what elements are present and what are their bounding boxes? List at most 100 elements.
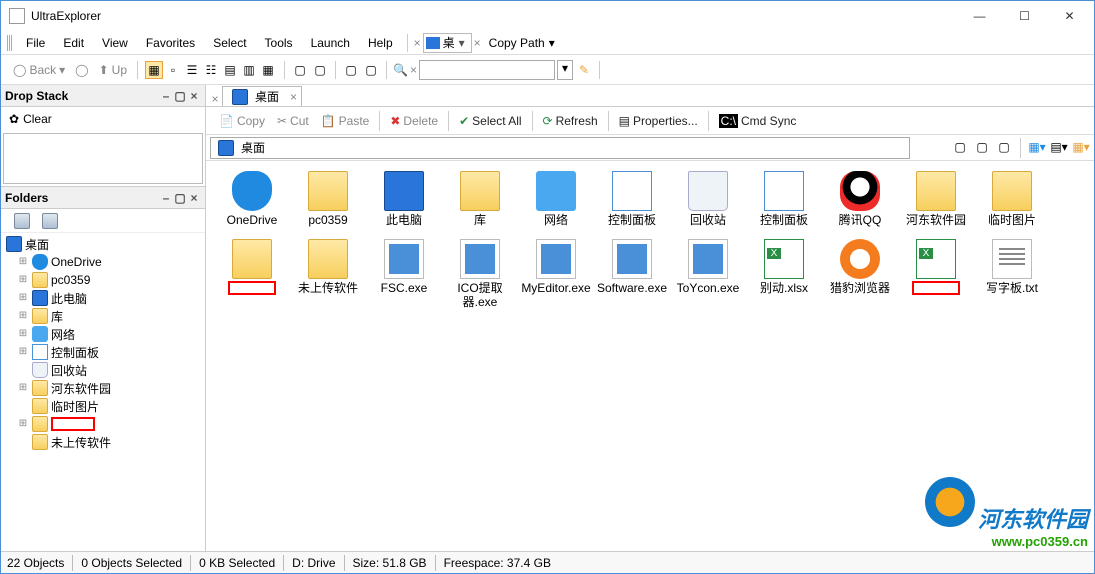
- expand-icon[interactable]: ⊞: [17, 382, 29, 394]
- up-button[interactable]: ⬆ Up: [95, 60, 131, 80]
- file-item[interactable]: 控制面板: [746, 169, 822, 229]
- properties-button[interactable]: ▤Properties...: [614, 111, 703, 131]
- menu-file[interactable]: File: [18, 33, 53, 53]
- cut-button[interactable]: ✂Cut: [272, 111, 314, 131]
- tree-item[interactable]: ⊞库: [1, 307, 205, 325]
- loc-btn-5[interactable]: ▤▾: [1050, 138, 1068, 156]
- menu-view[interactable]: View: [94, 33, 136, 53]
- select-all-button[interactable]: ✔Select All: [454, 111, 526, 131]
- close-icon[interactable]: ×: [187, 191, 201, 205]
- minimize-icon[interactable]: –: [159, 191, 173, 205]
- close-search-x[interactable]: ×: [410, 63, 417, 77]
- expand-icon[interactable]: ⊞: [17, 274, 29, 286]
- file-item[interactable]: 河东软件园: [898, 169, 974, 229]
- file-item[interactable]: 未上传软件: [290, 237, 366, 311]
- file-item[interactable]: Software.exe: [594, 237, 670, 311]
- menu-tools[interactable]: Tools: [257, 33, 301, 53]
- view-details[interactable]: ☷: [202, 61, 220, 79]
- drop-stack-area[interactable]: [3, 133, 203, 184]
- file-item[interactable]: 回收站: [670, 169, 746, 229]
- restore-icon[interactable]: ▢: [173, 191, 187, 205]
- pane-btn-4[interactable]: ▢: [362, 61, 380, 79]
- restore-icon[interactable]: ▢: [173, 89, 187, 103]
- file-item[interactable]: 猎豹浏览器: [822, 237, 898, 311]
- minimize-icon[interactable]: –: [159, 89, 173, 103]
- delete-button[interactable]: ✖Delete: [385, 111, 443, 131]
- clear-button[interactable]: Clear: [23, 112, 52, 126]
- view-small-icons[interactable]: ▫: [164, 61, 182, 79]
- file-item[interactable]: 临时图片: [974, 169, 1050, 229]
- view-mode7[interactable]: ▦: [259, 61, 277, 79]
- menu-select[interactable]: Select: [205, 33, 254, 53]
- tree-item[interactable]: ⊞网络: [1, 325, 205, 343]
- close-tab-icon[interactable]: ×: [290, 90, 297, 104]
- pane-btn-2[interactable]: ▢: [311, 61, 329, 79]
- file-item[interactable]: 控制面板: [594, 169, 670, 229]
- expand-icon[interactable]: ⊞: [17, 346, 29, 358]
- edit-icon[interactable]: ✎: [575, 61, 593, 79]
- file-item[interactable]: 别动.xlsx: [746, 237, 822, 311]
- file-item[interactable]: 腾讯QQ: [822, 169, 898, 229]
- tree-item[interactable]: ⊞pc0359: [1, 271, 205, 289]
- close-all-tabs[interactable]: ×: [208, 92, 222, 106]
- file-item[interactable]: 写字板.txt: [974, 237, 1050, 311]
- close-button[interactable]: ✕: [1047, 2, 1092, 30]
- tree-item[interactable]: 回收站: [1, 361, 205, 379]
- file-item[interactable]: OneDrive: [214, 169, 290, 229]
- file-item[interactable]: [898, 237, 974, 311]
- minimize-button[interactable]: —: [957, 2, 1002, 30]
- pane-btn-1[interactable]: ▢: [291, 61, 309, 79]
- view-thumbs[interactable]: ▥: [240, 61, 258, 79]
- tree-item[interactable]: ⊞此电脑: [1, 289, 205, 307]
- maximize-button[interactable]: ☐: [1002, 2, 1047, 30]
- drive-icon[interactable]: [14, 213, 30, 229]
- loc-btn-1[interactable]: ▢: [951, 138, 969, 156]
- copy-path-button[interactable]: Copy Path ▾: [483, 33, 561, 53]
- path-selector[interactable]: 桌 ▾: [423, 33, 472, 53]
- menu-launch[interactable]: Launch: [303, 33, 358, 53]
- close-x[interactable]: ×: [474, 36, 481, 50]
- loc-btn-6[interactable]: ▦▾: [1072, 138, 1090, 156]
- file-item[interactable]: 网络: [518, 169, 594, 229]
- tab-desktop[interactable]: 桌面 ×: [222, 86, 302, 106]
- view-list[interactable]: ☰: [183, 61, 201, 79]
- copy-button[interactable]: 📄Copy: [214, 111, 270, 131]
- tree-item[interactable]: ⊞河东软件园: [1, 379, 205, 397]
- location-input[interactable]: 桌面: [210, 137, 910, 159]
- menu-help[interactable]: Help: [360, 33, 401, 53]
- refresh-button[interactable]: ⟳Refresh: [538, 111, 603, 131]
- file-item[interactable]: [214, 237, 290, 311]
- expand-icon[interactable]: ⊞: [17, 310, 29, 322]
- search-input[interactable]: [419, 60, 555, 80]
- file-item[interactable]: ToYcon.exe: [670, 237, 746, 311]
- expand-icon[interactable]: ⊞: [17, 292, 29, 304]
- tree-item[interactable]: 未上传软件: [1, 433, 205, 451]
- cmd-sync-button[interactable]: C:\Cmd Sync: [714, 111, 802, 131]
- close-tab-x[interactable]: ×: [414, 36, 421, 50]
- close-icon[interactable]: ×: [187, 89, 201, 103]
- loc-btn-2[interactable]: ▢: [973, 138, 991, 156]
- chevron-down-icon[interactable]: ▾: [557, 60, 573, 80]
- menu-edit[interactable]: Edit: [55, 33, 92, 53]
- file-item[interactable]: FSC.exe: [366, 237, 442, 311]
- paste-button[interactable]: 📋Paste: [316, 111, 375, 131]
- tree-item[interactable]: ⊞OneDrive: [1, 253, 205, 271]
- file-item[interactable]: ICO提取器.exe: [442, 237, 518, 311]
- tree-root[interactable]: 桌面: [1, 235, 205, 253]
- file-listing[interactable]: OneDrivepc0359此电脑库网络控制面板回收站控制面板腾讯QQ河东软件园…: [206, 161, 1094, 551]
- loc-btn-3[interactable]: ▢: [995, 138, 1013, 156]
- tree-item[interactable]: ⊞: [1, 415, 205, 433]
- menu-favorites[interactable]: Favorites: [138, 33, 203, 53]
- expand-icon[interactable]: ⊞: [17, 418, 29, 430]
- drive-icon[interactable]: [42, 213, 58, 229]
- pane-btn-3[interactable]: ▢: [342, 61, 360, 79]
- file-item[interactable]: pc0359: [290, 169, 366, 229]
- loc-btn-4[interactable]: ▦▾: [1028, 138, 1046, 156]
- expand-icon[interactable]: ⊞: [17, 256, 29, 268]
- expand-icon[interactable]: ⊞: [17, 328, 29, 340]
- tree-item[interactable]: 临时图片: [1, 397, 205, 415]
- folder-tree[interactable]: 桌面 ⊞OneDrive⊞pc0359⊞此电脑⊞库⊞网络⊞控制面板回收站⊞河东软…: [1, 233, 205, 551]
- file-item[interactable]: MyEditor.exe: [518, 237, 594, 311]
- back-button[interactable]: ◯ Back ▾: [9, 60, 69, 80]
- tree-item[interactable]: ⊞控制面板: [1, 343, 205, 361]
